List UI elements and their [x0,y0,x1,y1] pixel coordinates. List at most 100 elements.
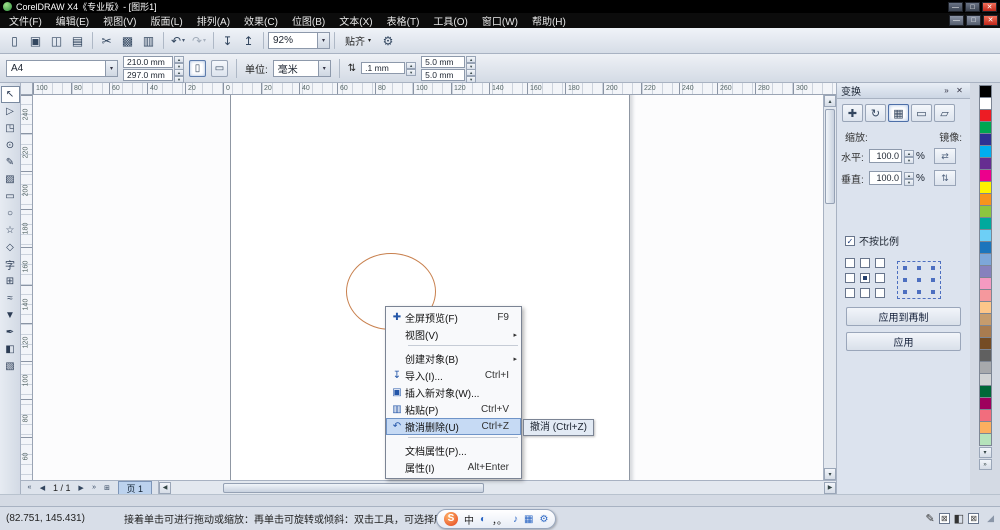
prev-page-icon[interactable]: ◀ [36,482,49,494]
resize-grip-icon[interactable]: ◢ [987,513,994,524]
menu-edit[interactable]: 编辑(E) [49,13,96,28]
transform-skew-button[interactable]: ▱ [934,104,955,122]
polygon-tool[interactable]: ☆ [1,222,20,239]
menu-item-view[interactable]: 视图(V) ▸ [386,326,521,343]
anchor-checkbox[interactable] [845,258,855,268]
add-page-icon[interactable]: ⊞ [101,482,114,494]
scroll-down-icon[interactable]: ▾ [824,468,836,480]
anchor-checkbox[interactable] [875,273,885,283]
apply-to-duplicate-button[interactable]: 应用到再制 [846,307,961,326]
save-icon[interactable]: ◫ [47,31,67,51]
vertical-ruler[interactable]: 2402202001801601401201008060 [21,95,33,480]
scale-value-stepper[interactable]: ▴▾ [904,150,914,162]
toolbar-separator[interactable] [92,32,93,49]
pick-tool[interactable]: ↖ [1,86,20,103]
vertical-scrollbar[interactable]: ▴ ▾ [823,95,836,480]
punctuation-icon[interactable]: ，。 [492,512,507,527]
menu-bitmaps[interactable]: 位图(B) [285,13,332,28]
text-tool[interactable]: 字 [1,256,20,273]
paper-width-field[interactable]: 210.0 mm [123,56,173,68]
sogou-logo-icon[interactable]: S [444,512,458,526]
first-page-icon[interactable]: « [23,482,36,494]
fill-tool[interactable]: ◧ [1,341,20,358]
undo-icon[interactable]: ↶ ▾ [168,31,188,51]
copy-icon[interactable]: ▩ [118,31,138,51]
menu-help[interactable]: 帮助(H) [525,13,573,28]
anchor-checkbox[interactable] [875,288,885,298]
horizontal-ruler[interactable]: 1008060402002040608010012014016018020022… [33,83,836,95]
transform-position-button[interactable]: ✚ [842,104,863,122]
fill-color-swatch[interactable]: ⊠ [968,513,979,524]
interactive-fill-tool[interactable]: ▧ [1,358,20,375]
menu-view[interactable]: 视图(V) [96,13,143,28]
sogou-settings-icon[interactable]: ⚙ [540,514,549,525]
outline-pen-tool[interactable]: ✒ [1,324,20,341]
palette-color[interactable] [979,433,992,446]
menu-separator[interactable] [408,437,518,440]
chevron-down-icon[interactable]: ▾ [318,61,330,76]
print-icon[interactable]: ▤ [68,31,88,51]
nudge-offset-stepper[interactable]: ▴▾ [406,62,416,74]
mirror-button[interactable]: ⇅ [934,170,956,186]
menu-text[interactable]: 文本(X) [332,13,379,28]
crop-tool[interactable]: ◳ [1,120,20,137]
palette-expand-icon[interactable]: » [979,459,992,470]
chinese-mode-icon[interactable]: 中 [464,512,474,527]
toolbar-separator[interactable] [163,32,164,49]
units-combo[interactable]: 毫米 ▾ [273,60,331,77]
doc-close-button[interactable]: ✕ [983,15,998,26]
outline-color-swatch[interactable]: ⊠ [939,513,950,524]
docker-collapse-icon[interactable]: » [940,85,953,97]
outline-pen-icon[interactable]: ✎ [925,512,934,525]
scroll-left-icon[interactable]: ◀ [159,482,171,494]
transform-rotate-button[interactable]: ↻ [865,104,886,122]
zoom-tool[interactable]: ⊙ [1,137,20,154]
maximize-button[interactable]: □ [965,2,980,12]
scale-value-field[interactable]: 100.0 [869,171,902,185]
fill-bucket-icon[interactable]: ◧ [954,512,964,525]
basic-shapes-tool[interactable]: ◇ [1,239,20,256]
menu-item-paste[interactable]: ▥ 粘贴(P) Ctrl+V [386,401,521,418]
duplicate-distance-x-field[interactable]: 5.0 mm [421,56,465,68]
close-button[interactable]: ✕ [982,2,997,12]
menu-separator[interactable] [408,345,518,348]
menu-arrange[interactable]: 排列(A) [190,13,237,28]
scale-value-field[interactable]: 100.0 [869,149,902,163]
rectangle-tool[interactable]: ▭ [1,188,20,205]
menu-layout[interactable]: 版面(L) [143,13,189,28]
keyboard-icon[interactable]: ▦ [524,514,533,525]
table-tool[interactable]: ⊞ [1,273,20,290]
paper-height-stepper[interactable]: ▴▾ [174,69,184,81]
paper-height-field[interactable]: 297.0 mm [123,69,173,81]
options-icon[interactable]: ⚙ [378,31,398,51]
anchor-checkbox[interactable] [875,258,885,268]
eyedropper-tool[interactable]: ▼ [1,307,20,324]
transform-scale-mirror-button[interactable]: ▦ [888,104,909,122]
scroll-right-icon[interactable]: ▶ [824,482,836,494]
last-page-icon[interactable]: » [88,482,101,494]
menu-tools[interactable]: 工具(O) [426,13,474,28]
import-icon[interactable]: ↧ [218,31,238,51]
menu-effects[interactable]: 效果(C) [237,13,285,28]
interactive-blend-tool[interactable]: ≈ [1,290,20,307]
menu-item-properties[interactable]: 属性(I) Alt+Enter [386,459,521,476]
horizontal-scrollbar[interactable]: ◀ ▶ [158,481,836,494]
paper-size-combo[interactable]: A4 ▾ [6,60,118,77]
mirror-button[interactable]: ⇄ [934,148,956,164]
menu-window[interactable]: 窗口(W) [475,13,525,28]
scale-value-stepper[interactable]: ▴▾ [904,172,914,184]
ruler-origin-corner[interactable] [21,83,33,95]
toolbar-separator[interactable] [263,32,264,49]
scroll-up-icon[interactable]: ▴ [824,95,836,107]
anchor-checkbox[interactable] [860,288,870,298]
shape-tool[interactable]: ▷ [1,103,20,120]
nudge-offset-field[interactable]: .1 mm [361,62,405,74]
menu-item-undo-delete[interactable]: ↶ 撤消删除(U) Ctrl+Z [386,418,521,435]
cut-icon[interactable]: ✂ [97,31,117,51]
anchor-checkbox[interactable] [845,288,855,298]
redo-icon[interactable]: ↷ ▾ [189,31,209,51]
menu-item-fullscreen-preview[interactable]: ✚ 全屏预览(F) F9 [386,309,521,326]
menu-file[interactable]: 文件(F) [2,13,49,28]
export-icon[interactable]: ↥ [239,31,259,51]
vertical-scrollbar-thumb[interactable] [825,109,835,204]
